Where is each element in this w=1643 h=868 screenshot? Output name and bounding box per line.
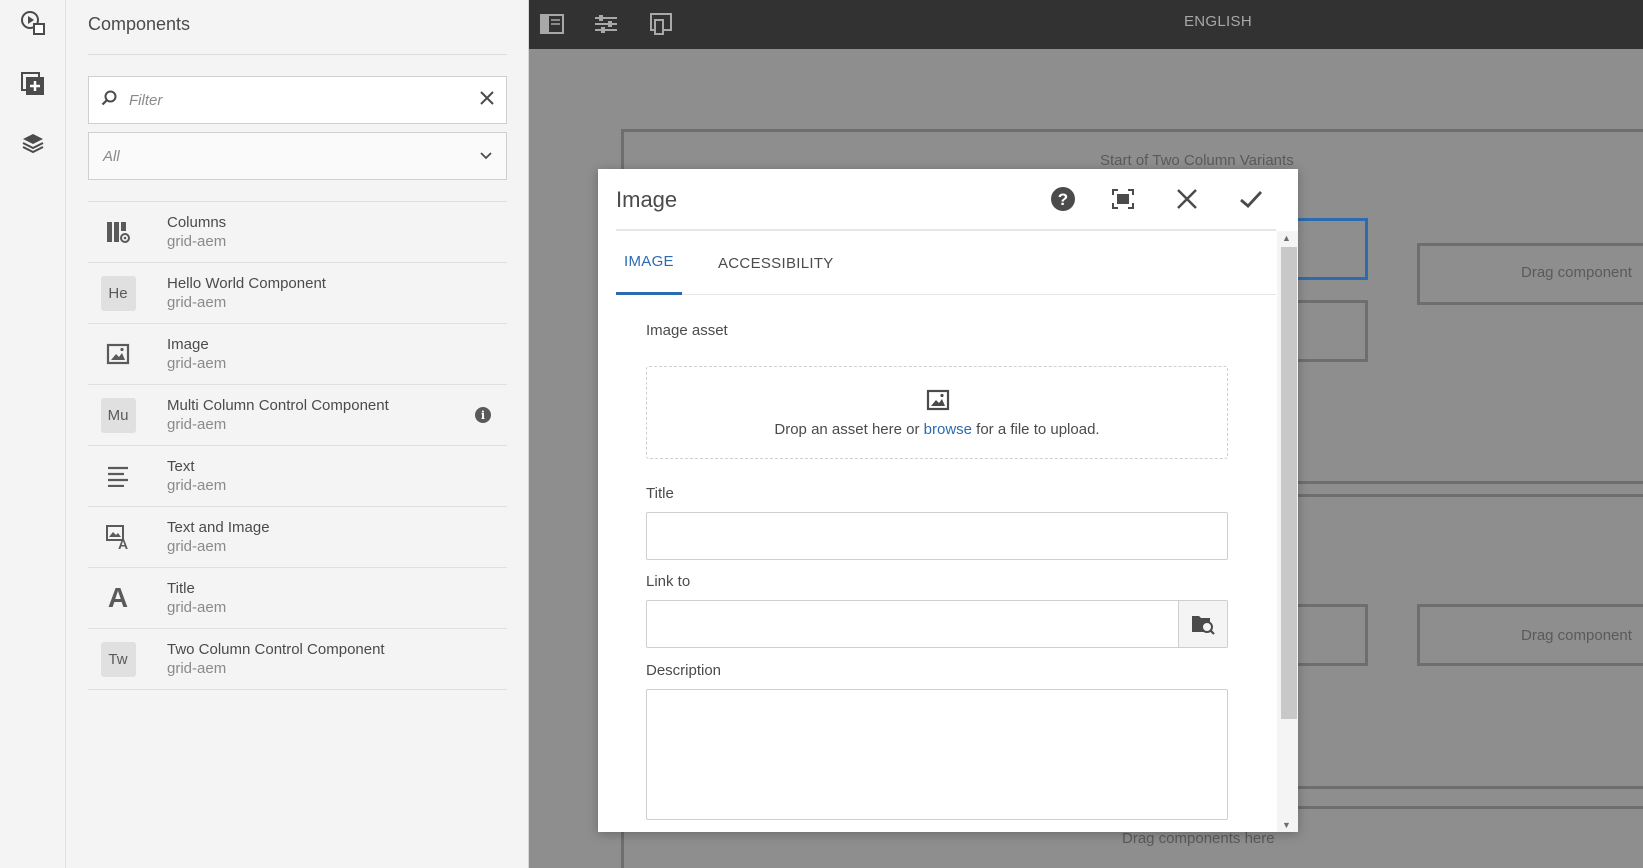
component-name: Text	[167, 458, 195, 475]
emulator-icon[interactable]	[646, 9, 676, 39]
svg-text:A: A	[118, 536, 128, 550]
component-abbr-badge: He	[100, 275, 136, 311]
text-align-icon	[100, 458, 136, 494]
filter-field	[88, 76, 507, 124]
language-label: ENGLISH	[1184, 13, 1252, 30]
title-label: Title	[646, 485, 674, 502]
list-item[interactable]: Mu Multi Column Control Component grid-a…	[88, 385, 507, 446]
scroll-down-icon[interactable]: ▼	[1282, 820, 1291, 830]
svg-text:?: ?	[1058, 190, 1068, 209]
component-name: Columns	[167, 214, 227, 231]
info-icon[interactable]: i	[475, 407, 491, 423]
list-item[interactable]: Image grid-aem	[88, 324, 507, 385]
dialog-title: Image	[616, 187, 678, 212]
chevron-down-icon	[480, 147, 492, 165]
variants-start-label: Start of Two Column Variants	[1100, 152, 1294, 169]
dialog-tabs: IMAGE ACCESSIBILITY	[616, 231, 1276, 295]
page-properties-icon[interactable]	[591, 9, 621, 39]
component-list: Columns grid-aem He Hello World Componen…	[88, 201, 507, 690]
dialog-header: Image ?	[598, 169, 1298, 231]
editor-toolbar: ENGLISH	[529, 0, 1643, 49]
done-check-icon[interactable]	[1234, 182, 1268, 216]
drag-placeholder: Drag components here	[1122, 830, 1275, 847]
component-name: Hello World Component	[167, 275, 326, 292]
component-group: grid-aem	[167, 660, 227, 677]
list-item[interactable]: Text grid-aem	[88, 446, 507, 507]
link-field[interactable]	[646, 600, 1228, 648]
component-name: Title	[167, 580, 195, 597]
scroll-thumb[interactable]	[1281, 247, 1297, 719]
link-label: Link to	[646, 573, 691, 590]
text-image-icon: A	[100, 519, 136, 555]
component-name: Multi Column Control Component	[167, 397, 389, 414]
add-component-icon[interactable]	[18, 69, 48, 99]
image-asset-label: Image asset	[646, 322, 728, 339]
filter-input[interactable]	[129, 91, 480, 109]
component-name: Text and Image	[167, 519, 270, 536]
image-dialog: Image ? IMAGE ACCESSIBILITY ▲ ▼ Image as…	[598, 169, 1298, 832]
list-item[interactable]: He Hello World Component grid-aem	[88, 263, 507, 324]
description-field[interactable]	[646, 689, 1228, 820]
search-icon	[101, 90, 117, 111]
asset-dropzone[interactable]: Drop an asset here or browse for a file …	[646, 366, 1228, 459]
dropzone-text: Drop an asset here or browse for a file …	[647, 421, 1227, 438]
panel-title: Components	[88, 14, 191, 34]
component-group: grid-aem	[167, 294, 227, 311]
component-group: grid-aem	[167, 538, 227, 555]
drop-prefix: Drop an asset here or	[774, 421, 924, 438]
component-group: grid-aem	[167, 416, 227, 433]
drag-placeholder: Drag component	[1521, 264, 1632, 281]
component-group: grid-aem	[167, 355, 227, 372]
browse-link[interactable]: browse	[924, 421, 972, 438]
title-field[interactable]	[646, 512, 1228, 560]
description-label: Description	[646, 662, 722, 679]
layers-icon[interactable]	[18, 128, 48, 158]
component-abbr-badge: Tw	[100, 641, 136, 677]
component-group: grid-aem	[167, 599, 227, 616]
list-item[interactable]: A Title grid-aem	[88, 568, 507, 629]
components-panel: Components All Columns grid-aem He	[66, 0, 529, 868]
list-item[interactable]: A Text and Image grid-aem	[88, 507, 507, 568]
preview-play-icon[interactable]	[18, 8, 48, 38]
help-icon[interactable]: ?	[1046, 182, 1080, 216]
drag-placeholder: Drag component	[1521, 627, 1632, 644]
toggle-side-panel-icon[interactable]	[537, 9, 567, 39]
close-icon[interactable]	[1170, 182, 1204, 216]
fullscreen-icon[interactable]	[1106, 182, 1140, 216]
component-name: Two Column Control Component	[167, 641, 385, 658]
title-glyph: A	[107, 582, 129, 613]
tab-image[interactable]: IMAGE	[616, 231, 682, 295]
group-select-value: All	[103, 147, 120, 165]
divider	[88, 54, 507, 55]
title-icon: A	[100, 580, 136, 616]
clear-filter-icon[interactable]	[480, 90, 494, 110]
component-group: grid-aem	[167, 477, 227, 494]
path-browser-icon[interactable]	[1178, 601, 1227, 647]
component-abbr-badge: Mu	[100, 397, 136, 433]
dialog-scrollbar[interactable]: ▲ ▼	[1277, 231, 1298, 832]
scroll-up-icon[interactable]: ▲	[1282, 233, 1291, 243]
drop-suffix: for a file to upload.	[972, 421, 1100, 438]
image-icon	[100, 336, 136, 372]
columns-icon	[100, 214, 136, 250]
group-select[interactable]: All	[88, 132, 507, 180]
image-icon	[926, 389, 950, 416]
component-group: grid-aem	[167, 233, 227, 250]
list-item[interactable]: Columns grid-aem	[88, 202, 507, 263]
list-item[interactable]: Tw Two Column Control Component grid-aem	[88, 629, 507, 690]
component-name: Image	[167, 336, 209, 353]
tab-accessibility[interactable]: ACCESSIBILITY	[718, 231, 834, 295]
side-rail	[0, 0, 66, 868]
